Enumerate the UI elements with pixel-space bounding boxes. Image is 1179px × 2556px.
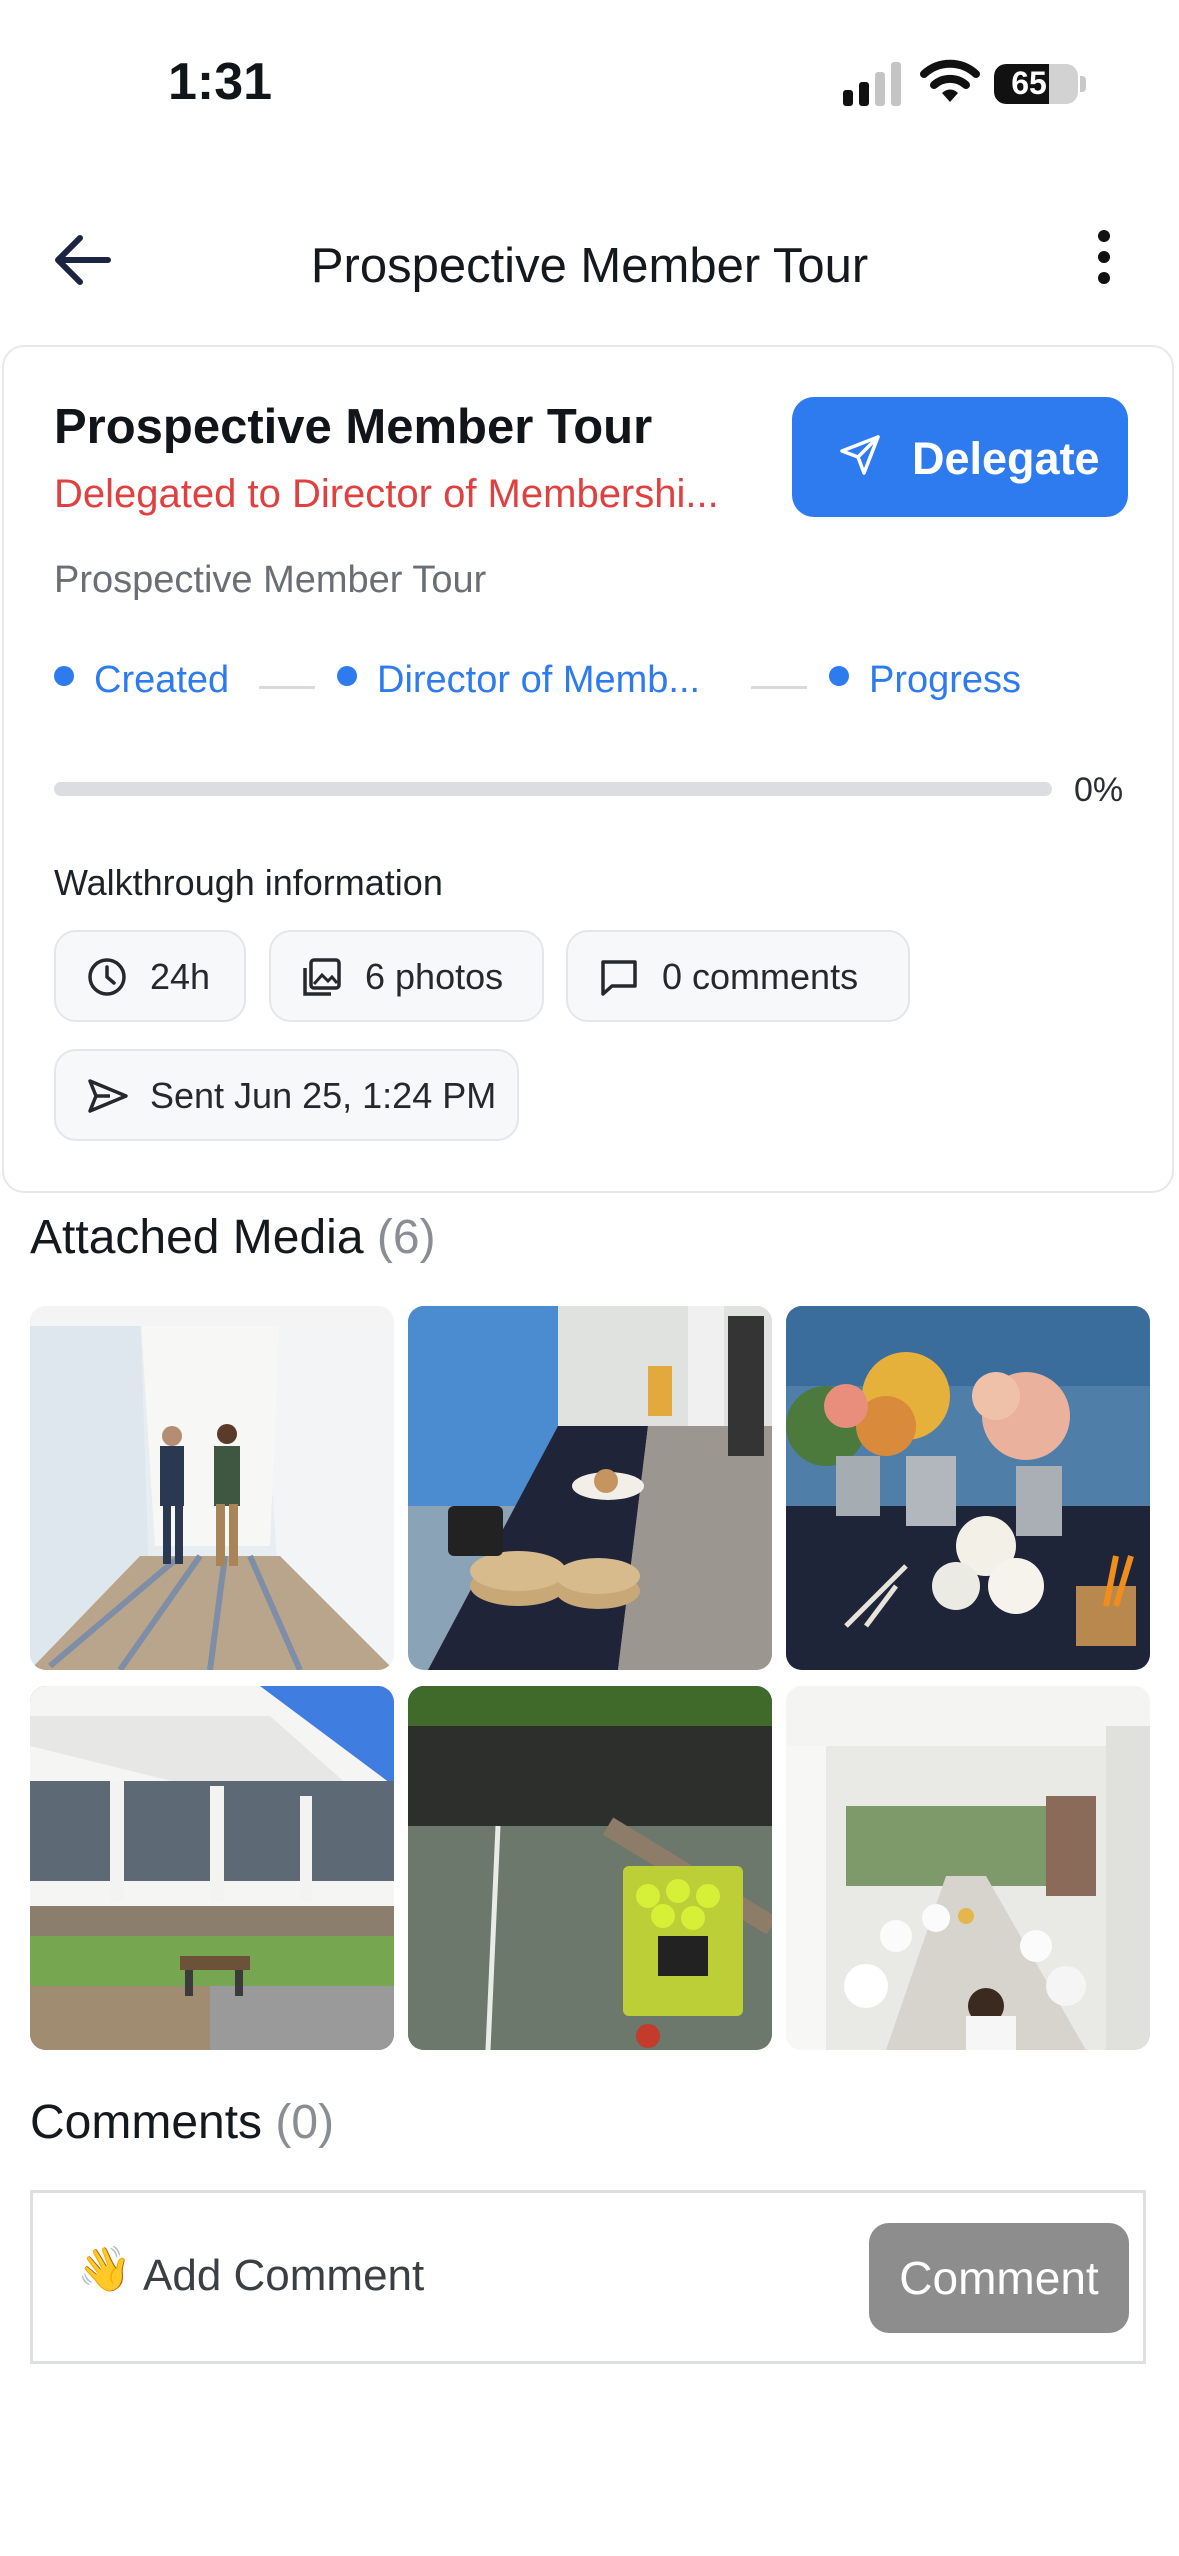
photos-chip[interactable]: 6 photos — [269, 930, 544, 1022]
duration-chip: 24h — [54, 930, 246, 1022]
photos-icon — [303, 958, 341, 996]
comment-input-box: 👋 Add Comment Comment — [30, 2190, 1146, 2364]
delegate-button-label: Delegate — [912, 433, 1100, 484]
task-card: Prospective Member Tour Delegated to Dir… — [2, 345, 1174, 1193]
delegated-status: Delegated to Director of Membershi... — [54, 472, 719, 516]
page-title: Prospective Member Tour — [310, 239, 869, 293]
status-bar: 1:31 65 — [0, 0, 1179, 170]
battery-icon: 65 — [994, 64, 1078, 104]
more-vertical-icon[interactable] — [1084, 230, 1124, 292]
comment-input[interactable]: Add Comment — [143, 2251, 424, 2301]
comments-chip[interactable]: 0 comments — [566, 930, 910, 1022]
waving-hand-icon: 👋 — [77, 2245, 132, 2294]
task-title: Prospective Member Tour — [54, 400, 653, 454]
app-header: Prospective Member Tour — [0, 200, 1179, 330]
media-grid — [30, 1306, 1150, 2050]
comment-button[interactable]: Comment — [869, 2223, 1129, 2333]
media-photo[interactable] — [408, 1686, 772, 2050]
send-icon — [88, 1079, 128, 1113]
send-icon — [840, 435, 880, 475]
status-steps: Created Director of Memb... Progress — [54, 659, 1134, 719]
task-description: Prospective Member Tour — [54, 559, 487, 601]
comment-icon — [601, 960, 637, 996]
attached-media-heading: Attached Media (6) — [30, 1211, 436, 1264]
progress-bar — [54, 782, 1052, 796]
step-created: Created — [54, 659, 229, 702]
comments-heading: Comments (0) — [30, 2096, 335, 2149]
media-photo[interactable] — [30, 1686, 394, 2050]
media-photo[interactable] — [786, 1306, 1150, 1670]
media-photo[interactable] — [408, 1306, 772, 1670]
battery-level: 65 — [1011, 65, 1047, 101]
clock-icon — [88, 958, 126, 996]
walkthrough-label: Walkthrough information — [54, 862, 443, 903]
step-progress: Progress — [829, 659, 1021, 702]
cellular-signal-icon — [843, 62, 901, 106]
step-delegate: Director of Memb... — [337, 659, 700, 702]
status-time: 1:31 — [168, 53, 273, 111]
sent-chip: Sent Jun 25, 1:24 PM — [54, 1049, 519, 1141]
media-photo[interactable] — [30, 1306, 394, 1670]
battery-tip — [1080, 76, 1086, 92]
media-photo[interactable] — [786, 1686, 1150, 2050]
delegate-button[interactable]: Delegate — [792, 397, 1128, 517]
wifi-icon — [920, 59, 980, 102]
progress-percent: 0% — [1074, 771, 1124, 809]
